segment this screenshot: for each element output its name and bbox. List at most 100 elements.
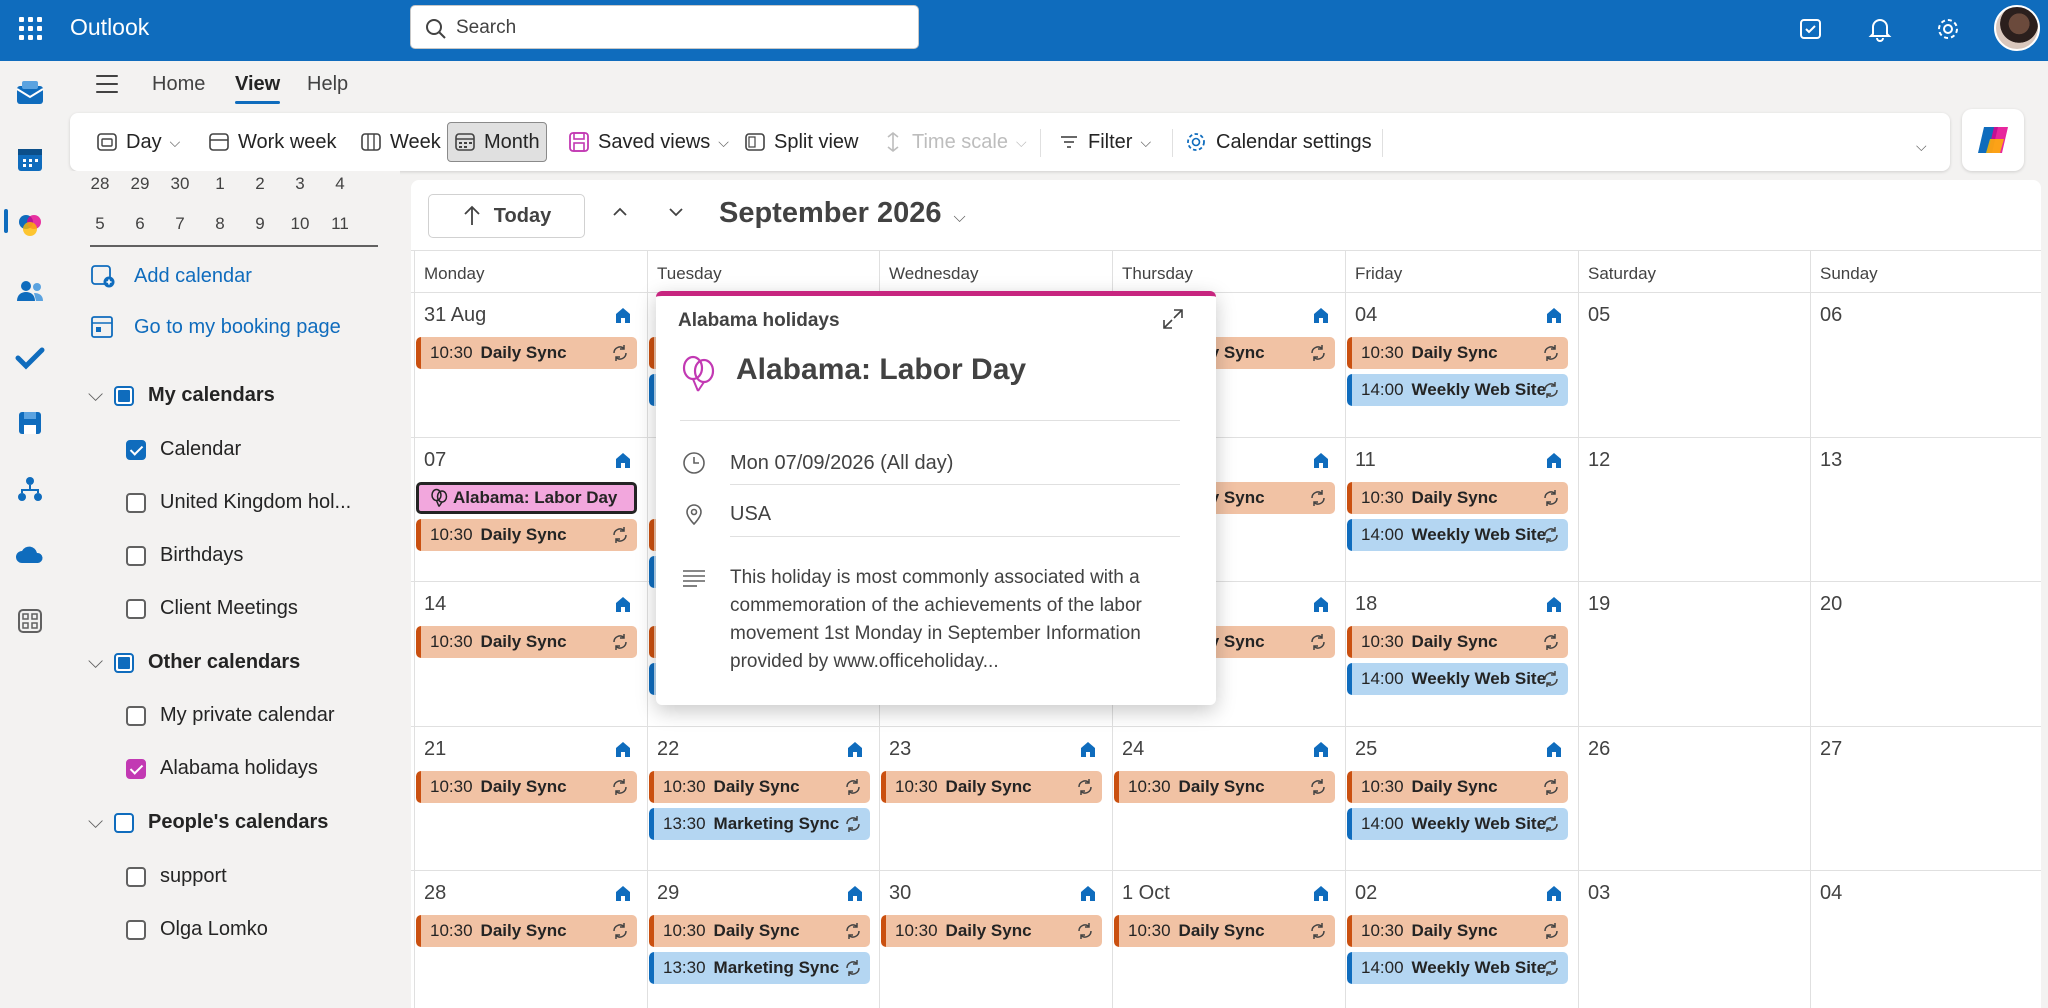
mini-calendar-day[interactable]: 30: [160, 174, 200, 194]
event-marketing-sync[interactable]: 13:30 Marketing Sync: [649, 952, 870, 984]
day-number[interactable]: 03: [1588, 882, 1610, 905]
copilot-button[interactable]: [1962, 109, 2024, 171]
other-calendars-checkbox[interactable]: [114, 652, 134, 673]
expand-icon[interactable]: [1162, 308, 1184, 330]
calendar-item-support[interactable]: support: [126, 865, 227, 888]
event-daily-sync[interactable]: 10:30 Daily Sync: [881, 771, 1102, 803]
mini-calendar-day[interactable]: 28: [80, 174, 120, 194]
day-number[interactable]: 18: [1355, 593, 1377, 616]
chevron-down-icon[interactable]: ⌵: [88, 811, 114, 834]
calendar-checkbox[interactable]: [126, 492, 146, 513]
mini-calendar-day[interactable]: 10: [280, 214, 320, 234]
event-daily-sync[interactable]: 10:30 Daily Sync: [1347, 771, 1568, 803]
avatar[interactable]: [1994, 5, 2040, 51]
event-daily-sync[interactable]: 10:30 Daily Sync: [416, 519, 637, 551]
previous-month-icon[interactable]: [610, 202, 630, 222]
gear-icon[interactable]: [1930, 12, 1966, 48]
calendar-item-alabama-holidays[interactable]: Alabama holidays: [126, 757, 318, 780]
split-view-button[interactable]: Split view: [738, 122, 864, 162]
event-daily-sync[interactable]: 10:30 Daily Sync: [649, 915, 870, 947]
other-calendars-group[interactable]: ⌵ Other calendars: [88, 651, 300, 674]
day-number[interactable]: 26: [1588, 738, 1610, 761]
day-number[interactable]: 04: [1355, 304, 1377, 327]
tab-help[interactable]: Help: [307, 73, 348, 96]
peoples-calendars-checkbox[interactable]: [114, 812, 134, 833]
day-view-button[interactable]: Day ⌵: [90, 122, 186, 162]
day-number[interactable]: 19: [1588, 593, 1610, 616]
day-number[interactable]: 21: [424, 738, 446, 761]
calendar-checkbox[interactable]: [126, 758, 146, 779]
day-number[interactable]: 07: [424, 449, 446, 472]
chevron-down-icon[interactable]: ⌵: [88, 384, 114, 407]
event-daily-sync[interactable]: 10:30 Daily Sync: [1347, 482, 1568, 514]
calendar-checkbox[interactable]: [126, 919, 146, 940]
mini-calendar-day[interactable]: 11: [320, 214, 360, 234]
onedrive-icon[interactable]: [14, 539, 46, 571]
copilot-icon[interactable]: [14, 209, 46, 241]
app-title[interactable]: Outlook: [70, 14, 149, 41]
calendar-settings-button[interactable]: Calendar settings: [1178, 122, 1378, 162]
tab-view[interactable]: View: [235, 73, 281, 104]
event-weekly-web-site[interactable]: 14:00 Weekly Web Site: [1347, 808, 1568, 840]
calendar-icon[interactable]: [14, 143, 46, 175]
mini-calendar-day[interactable]: 3: [280, 174, 320, 194]
mini-calendar-day[interactable]: 8: [200, 214, 240, 234]
day-number[interactable]: 1 Oct: [1122, 882, 1170, 905]
day-number[interactable]: 11: [1355, 449, 1376, 472]
next-month-icon[interactable]: [666, 202, 686, 222]
event-alabama-labor-day[interactable]: Alabama: Labor Day: [416, 482, 637, 514]
event-daily-sync[interactable]: 10:30 Daily Sync: [1347, 915, 1568, 947]
calendar-checkbox[interactable]: [126, 545, 146, 566]
event-weekly-web-site[interactable]: 14:00 Weekly Web Site: [1347, 952, 1568, 984]
event-daily-sync[interactable]: 10:30 Daily Sync: [1114, 771, 1335, 803]
mail-icon[interactable]: [14, 77, 46, 109]
event-daily-sync[interactable]: 10:30 Daily Sync: [416, 915, 637, 947]
calendar-item-client-meetings[interactable]: Client Meetings: [126, 597, 298, 620]
event-weekly-web-site[interactable]: 14:00 Weekly Web Site: [1347, 663, 1568, 695]
mini-calendar-day[interactable]: 6: [120, 214, 160, 234]
hamburger-menu-icon[interactable]: [96, 75, 118, 93]
saved-views-button[interactable]: Saved views ⌵: [562, 122, 735, 162]
my-calendars-group[interactable]: ⌵ My calendars: [88, 384, 275, 407]
more-apps-icon[interactable]: [14, 605, 46, 637]
day-number[interactable]: 29: [657, 882, 679, 905]
time-scale-button[interactable]: Time scale ⌵: [876, 122, 1033, 162]
event-daily-sync[interactable]: 10:30 Daily Sync: [1114, 915, 1335, 947]
calendar-item-united-kingdom[interactable]: United Kingdom hol...: [126, 491, 351, 514]
event-daily-sync[interactable]: 10:30 Daily Sync: [1347, 337, 1568, 369]
day-number[interactable]: 06: [1820, 304, 1842, 327]
search-box[interactable]: Search: [410, 5, 919, 49]
calendar-item-private[interactable]: My private calendar: [126, 704, 335, 727]
event-marketing-sync[interactable]: 13:30 Marketing Sync: [649, 808, 870, 840]
org-chart-icon[interactable]: [14, 473, 46, 505]
booking-page-link[interactable]: Go to my booking page: [90, 314, 341, 340]
tab-home[interactable]: Home: [152, 73, 205, 96]
event-weekly-web-site[interactable]: 14:00 Weekly Web Site: [1347, 519, 1568, 551]
week-view-button[interactable]: Week: [354, 122, 447, 162]
day-number[interactable]: 31 Aug: [424, 304, 486, 327]
day-number[interactable]: 05: [1588, 304, 1610, 327]
event-daily-sync[interactable]: 10:30 Daily Sync: [416, 337, 637, 369]
mini-calendar-day[interactable]: 2: [240, 174, 280, 194]
peoples-calendars-group[interactable]: ⌵ People's calendars: [88, 811, 328, 834]
calendar-checkbox[interactable]: [126, 866, 146, 887]
filter-button[interactable]: Filter ⌵: [1052, 122, 1157, 162]
people-icon[interactable]: [14, 275, 46, 307]
bell-icon[interactable]: [1862, 12, 1898, 48]
day-number[interactable]: 27: [1820, 738, 1842, 761]
day-number[interactable]: 28: [424, 882, 446, 905]
mini-calendar-day[interactable]: 29: [120, 174, 160, 194]
save-icon[interactable]: [14, 407, 46, 439]
calendar-checkbox[interactable]: [126, 598, 146, 619]
todo-icon[interactable]: [14, 341, 46, 373]
event-daily-sync[interactable]: 10:30 Daily Sync: [1347, 626, 1568, 658]
day-number[interactable]: 12: [1588, 449, 1610, 472]
day-number[interactable]: 20: [1820, 593, 1842, 616]
add-calendar-link[interactable]: Add calendar: [90, 263, 252, 289]
month-view-button[interactable]: Month: [447, 122, 547, 162]
day-number[interactable]: 14: [424, 593, 446, 616]
work-week-view-button[interactable]: Work week: [202, 122, 343, 162]
calendar-item-birthdays[interactable]: Birthdays: [126, 544, 243, 567]
day-number[interactable]: 30: [889, 882, 911, 905]
ribbon-expand-chevron-icon[interactable]: ⌵: [1910, 126, 1933, 166]
